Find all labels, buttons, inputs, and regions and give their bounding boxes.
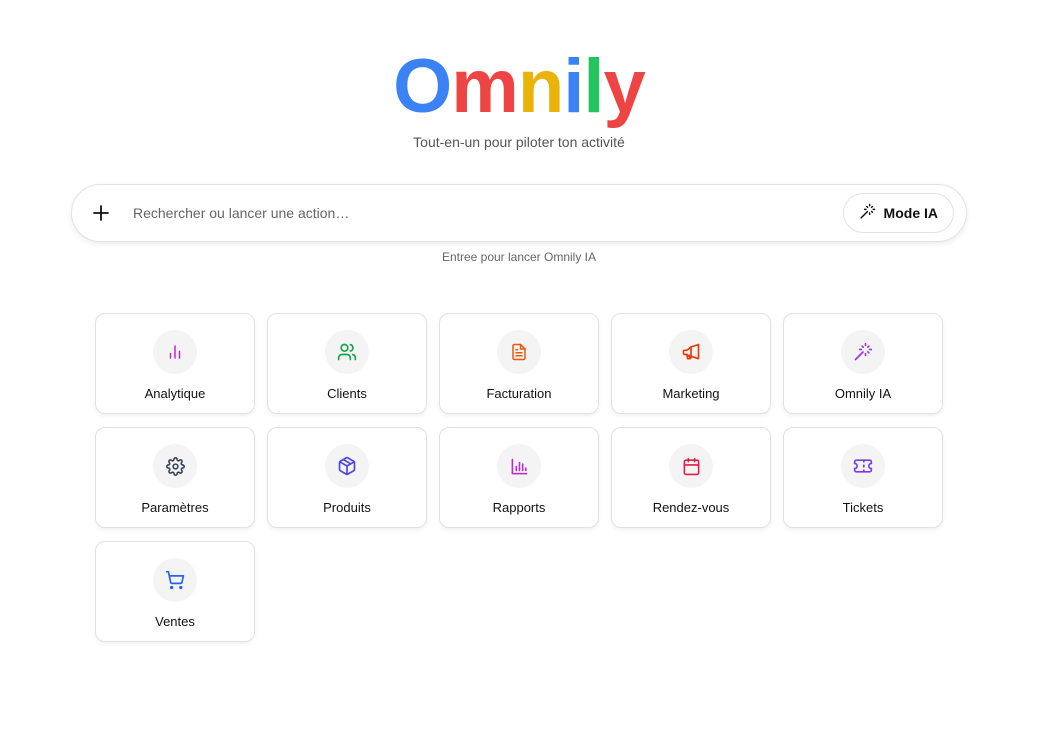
app-tile-label: Marketing xyxy=(662,386,720,401)
app-tile-facturation[interactable]: Facturation xyxy=(439,313,599,414)
app-grid: Analytique Clients Facturation Marketing xyxy=(95,313,943,642)
app-tile-rendez-vous[interactable]: Rendez-vous xyxy=(611,427,771,528)
gear-icon xyxy=(153,444,197,488)
app-tile-label: Facturation xyxy=(486,386,552,401)
mode-ia-label: Mode IA xyxy=(883,205,938,221)
calendar-icon xyxy=(669,444,713,488)
app-tile-produits[interactable]: Produits xyxy=(267,427,427,528)
app-tile-rapports[interactable]: Rapports xyxy=(439,427,599,528)
logo-letter: n xyxy=(517,44,564,129)
app-tile-clients[interactable]: Clients xyxy=(267,313,427,414)
magic-wand-icon xyxy=(841,330,885,374)
magic-wand-icon xyxy=(859,203,876,223)
launcher-page: Omnily Tout-en-un pour piloter ton activ… xyxy=(0,0,1038,750)
app-tile-label: Rendez-vous xyxy=(652,500,730,515)
app-tile-label: Analytique xyxy=(144,386,206,401)
tagline: Tout-en-un pour piloter ton activité xyxy=(413,134,625,150)
logo-letter: i xyxy=(563,44,584,129)
app-tile-label: Clients xyxy=(327,386,367,401)
app-tile-label: Tickets xyxy=(842,500,884,515)
users-icon xyxy=(325,330,369,374)
megaphone-icon xyxy=(669,330,713,374)
search-hint: Entree pour lancer Omnily IA xyxy=(441,250,597,264)
document-icon xyxy=(497,330,541,374)
search-input[interactable] xyxy=(133,193,843,233)
app-tile-ventes[interactable]: Ventes xyxy=(95,541,255,642)
app-tile-analytique[interactable]: Analytique xyxy=(95,313,255,414)
search-bar: Mode IA xyxy=(71,184,967,242)
logo-letter: y xyxy=(603,44,646,129)
plus-icon[interactable] xyxy=(89,201,113,225)
app-tile-label: Omnily IA xyxy=(834,386,892,401)
report-chart-icon xyxy=(497,444,541,488)
app-tile-parametres[interactable]: Paramètres xyxy=(95,427,255,528)
cart-icon xyxy=(153,558,197,602)
ticket-icon xyxy=(841,444,885,488)
app-tile-tickets[interactable]: Tickets xyxy=(783,427,943,528)
app-tile-label: Paramètres xyxy=(141,500,209,515)
app-tile-label: Rapports xyxy=(492,500,546,515)
app-tile-omnily-ia[interactable]: Omnily IA xyxy=(783,313,943,414)
app-tile-marketing[interactable]: Marketing xyxy=(611,313,771,414)
mode-ia-button[interactable]: Mode IA xyxy=(842,193,954,233)
app-tile-label: Ventes xyxy=(155,614,195,629)
logo-letter: O xyxy=(393,44,452,129)
app-tile-label: Produits xyxy=(323,500,371,515)
logo-letter: m xyxy=(451,44,519,129)
omnily-logo: Omnily xyxy=(0,44,1038,130)
box-icon xyxy=(325,444,369,488)
logo-letter: l xyxy=(583,44,604,129)
bar-chart-icon xyxy=(153,330,197,374)
